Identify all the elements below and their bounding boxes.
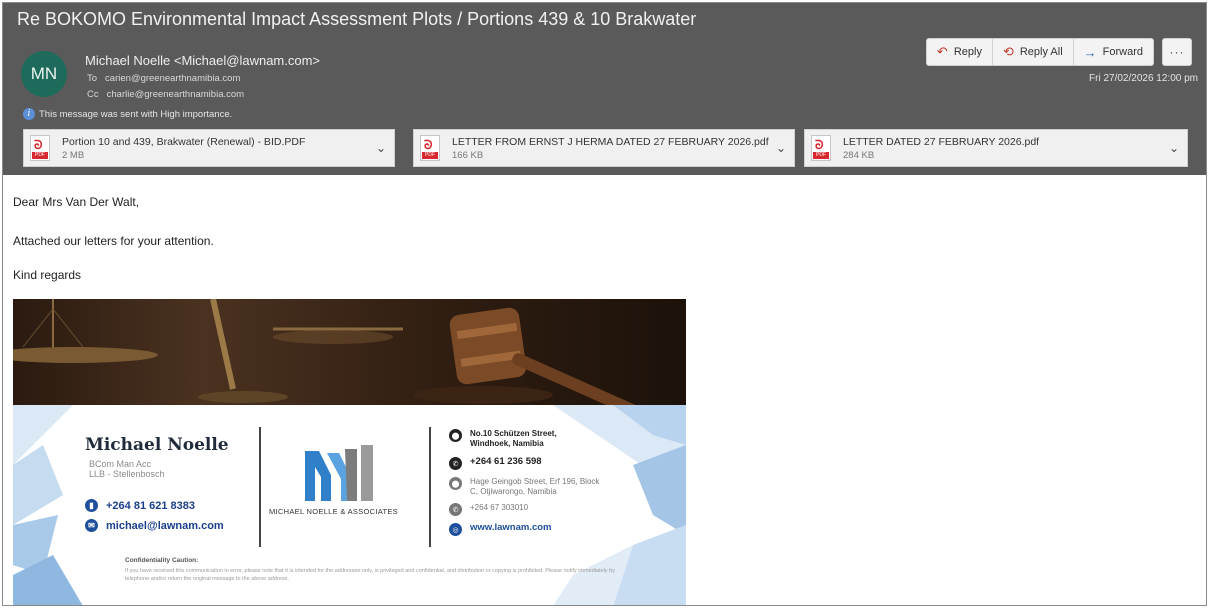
email-subject: Re BOKOMO Environmental Impact Assessmen… bbox=[17, 9, 697, 29]
forward-icon: → bbox=[1083, 44, 1097, 60]
phone-number: +264 61 236 598 bbox=[470, 456, 542, 467]
confidentiality-title: Confidentiality Caution: bbox=[125, 557, 199, 564]
sent-date: Fri 27/02/2026 12:00 pm bbox=[1089, 73, 1198, 84]
to-address[interactable]: carien@greenearthnamibia.com bbox=[105, 73, 240, 84]
forward-button[interactable]: → Forward bbox=[1074, 39, 1153, 65]
website-link[interactable]: www.lawnam.com bbox=[470, 523, 551, 533]
gavel-scales-photo bbox=[13, 299, 686, 431]
contact-phone-otjiwarongo: ✆ +264 67 303010 bbox=[449, 503, 528, 516]
email-window: Re BOKOMO Environmental Impact Assessmen… bbox=[2, 2, 1207, 606]
phone-icon: ✆ bbox=[449, 457, 462, 470]
pdf-file-icon: ᘐ PDF bbox=[420, 135, 440, 161]
attachment-name: LETTER FROM ERNST J HERMA DATED 27 FEBRU… bbox=[452, 135, 769, 148]
mobile-icon: ▮ bbox=[85, 499, 98, 512]
chevron-down-icon[interactable]: ⌄ bbox=[776, 141, 786, 155]
signature-name: Michael Noelle bbox=[85, 435, 229, 455]
pdf-file-icon: ᘐ PDF bbox=[30, 135, 50, 161]
mail-icon: ✉ bbox=[85, 519, 98, 532]
phone-icon: ✆ bbox=[449, 503, 462, 516]
reply-label: Reply bbox=[953, 46, 982, 58]
address-line: Windhoek, Namibia bbox=[470, 439, 544, 448]
info-icon: i bbox=[23, 108, 35, 120]
to-label: To bbox=[87, 73, 98, 84]
mobile-number: +264 81 621 8383 bbox=[106, 499, 196, 512]
cc-address[interactable]: charlie@greenearthnamibia.com bbox=[107, 89, 244, 100]
attachment-item[interactable]: ᘐ PDF Portion 10 and 439, Brakwater (Rene… bbox=[23, 129, 395, 167]
cc-recipients: Cc charlie@greenearthnamibia.com bbox=[87, 89, 244, 100]
contact-website: ◎ www.lawnam.com bbox=[449, 523, 551, 536]
business-card: Michael Noelle BCom Man Acc LLB - Stelle… bbox=[13, 405, 686, 605]
attachment-item[interactable]: ᘐ PDF LETTER DATED 27 FEBRUARY 2026.pdf 2… bbox=[804, 129, 1188, 167]
contact-address-otjiwarongo: ⬤ Hage Geingob Street, Erf 196, Block C,… bbox=[449, 477, 599, 497]
importance-text: This message was sent with High importan… bbox=[39, 108, 233, 120]
email-address[interactable]: michael@lawnam.com bbox=[106, 520, 224, 532]
message-actions: ↶ Reply ⟲ Reply All → Forward bbox=[925, 38, 1154, 66]
importance-notice: i This message was sent with High import… bbox=[23, 108, 232, 120]
location-pin-icon: ⬤ bbox=[449, 429, 462, 442]
confidentiality-text: If you have received this communication … bbox=[125, 568, 615, 582]
firm-logo bbox=[305, 445, 373, 501]
forward-label: Forward bbox=[1102, 46, 1143, 58]
attachments-bar: ᘐ PDF Portion 10 and 439, Brakwater (Rene… bbox=[23, 129, 1188, 167]
reply-icon: ↶ bbox=[936, 44, 948, 59]
address-line: No.10 Schützen Street, bbox=[470, 429, 557, 438]
body-line: Attached our letters for your attention. bbox=[13, 234, 214, 248]
firm-name: MICHAEL NOELLE & ASSOCIATES bbox=[269, 507, 398, 516]
email-header: Re BOKOMO Environmental Impact Assessmen… bbox=[3, 3, 1206, 175]
more-actions-button[interactable]: ··· bbox=[1162, 38, 1192, 66]
contact-phone-windhoek: ✆ +264 61 236 598 bbox=[449, 457, 542, 470]
reply-all-icon: ⟲ bbox=[1002, 44, 1014, 59]
to-recipients: To carien@greenearthnamibia.com bbox=[87, 73, 240, 84]
address-line: Hage Geingob Street, Erf 196, Block bbox=[470, 477, 600, 486]
chevron-down-icon[interactable]: ⌄ bbox=[1169, 141, 1179, 155]
chevron-down-icon[interactable]: ⌄ bbox=[376, 141, 386, 155]
signature-mobile: ▮ +264 81 621 8383 bbox=[85, 499, 195, 512]
attachment-size: 2 MB bbox=[62, 149, 85, 161]
sender-avatar[interactable]: MN bbox=[21, 51, 67, 97]
attachment-name: LETTER DATED 27 FEBRUARY 2026.pdf bbox=[843, 135, 1040, 148]
email-signature-banner: Michael Noelle BCom Man Acc LLB - Stelle… bbox=[13, 299, 686, 605]
closing: Kind regards bbox=[13, 268, 82, 282]
address-line: C, Otjiwarongo, Namibia bbox=[470, 487, 557, 496]
attachment-size: 166 KB bbox=[452, 149, 484, 161]
signature-email: ✉ michael@lawnam.com bbox=[85, 519, 224, 532]
signature-qualification: LLB - Stellenbosch bbox=[89, 469, 165, 479]
divider bbox=[429, 427, 431, 547]
attachment-item[interactable]: ᘐ PDF LETTER FROM ERNST J HERMA DATED 27 … bbox=[413, 129, 795, 167]
location-pin-icon: ⬤ bbox=[449, 477, 462, 490]
contact-address-windhoek: ⬤ No.10 Schützen Street, Windhoek, Namib… bbox=[449, 429, 557, 449]
reply-all-label: Reply All bbox=[1019, 46, 1063, 58]
attachment-size: 284 KB bbox=[843, 149, 875, 161]
reply-all-button[interactable]: ⟲ Reply All bbox=[993, 39, 1074, 65]
greeting: Dear Mrs Van Der Walt, bbox=[13, 195, 140, 209]
pdf-file-icon: ᘐ PDF bbox=[811, 135, 831, 161]
reply-button[interactable]: ↶ Reply bbox=[927, 39, 993, 65]
signature-qualification: BCom Man Acc bbox=[89, 459, 152, 469]
phone-number: +264 67 303010 bbox=[470, 503, 529, 512]
globe-icon: ◎ bbox=[449, 523, 462, 536]
attachment-name: Portion 10 and 439, Brakwater (Renewal) … bbox=[62, 135, 306, 148]
sender-address[interactable]: Michael Noelle <Michael@lawnam.com> bbox=[85, 53, 320, 68]
divider bbox=[259, 427, 261, 547]
cc-label: Cc bbox=[87, 89, 99, 100]
